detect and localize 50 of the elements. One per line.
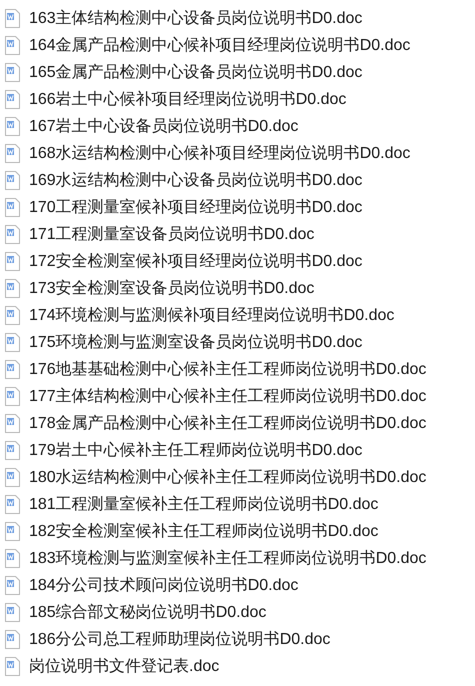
file-name[interactable]: 167岩土中心设备员岗位说明书D0.doc <box>29 118 298 134</box>
file-name[interactable]: 172安全检测室候补项目经理岗位说明书D0.doc <box>29 254 362 270</box>
file-name[interactable]: 181工程测量室候补主任工程师岗位说明书D0.doc <box>29 496 378 512</box>
word-document-icon <box>5 198 20 217</box>
file-name[interactable]: 183环境检测与监测室候补主任工程师岗位说明书D0.doc <box>29 550 426 566</box>
word-document-icon <box>5 90 20 109</box>
file-name[interactable]: 186分公司总工程师助理岗位说明书D0.doc <box>29 632 330 648</box>
word-document-icon <box>5 387 20 406</box>
word-document-icon <box>5 63 20 82</box>
word-document-icon <box>5 468 20 487</box>
file-name[interactable]: 165金属产品检测中心设备员岗位说明书D0.doc <box>29 64 362 80</box>
file-name[interactable]: 163主体结构检测中心设备员岗位说明书D0.doc <box>29 10 362 26</box>
word-document-icon <box>5 171 20 190</box>
file-name[interactable]: 175环境检测与监测室设备员岗位说明书D0.doc <box>29 334 362 350</box>
word-document-icon <box>5 225 20 244</box>
file-name[interactable]: 171工程测量室设备员岗位说明书D0.doc <box>29 226 314 242</box>
word-document-icon <box>5 252 20 271</box>
word-document-icon <box>5 441 20 460</box>
word-document-icon <box>5 333 20 352</box>
file-name[interactable]: 166岩土中心候补项目经理岗位说明书D0.doc <box>29 92 346 108</box>
file-name[interactable]: 岗位说明书文件登记表.doc <box>29 658 220 674</box>
file-name[interactable]: 178金属产品检测中心候补主任工程师岗位说明书D0.doc <box>29 416 426 432</box>
word-document-icon <box>5 360 20 379</box>
word-document-icon <box>5 495 20 514</box>
file-name[interactable]: 184分公司技术顾问岗位说明书D0.doc <box>29 578 298 594</box>
file-name[interactable]: 180水运结构检测中心候补主任工程师岗位说明书D0.doc <box>29 470 426 486</box>
file-name[interactable]: 176地基基础检测中心候补主任工程师岗位说明书D0.doc <box>29 362 426 378</box>
file-name[interactable]: 168水运结构检测中心候补项目经理岗位说明书D0.doc <box>29 146 410 162</box>
file-name[interactable]: 174环境检测与监测候补项目经理岗位说明书D0.doc <box>29 308 394 324</box>
file-name[interactable]: 182安全检测室候补主任工程师岗位说明书D0.doc <box>29 524 378 540</box>
word-document-icon <box>5 414 20 433</box>
word-document-icon <box>5 144 20 163</box>
word-document-icon <box>5 9 20 28</box>
word-document-icon <box>5 576 20 595</box>
word-document-icon <box>5 306 20 325</box>
word-document-icon <box>5 603 20 622</box>
word-document-icon <box>5 522 20 541</box>
word-document-icon <box>5 549 20 568</box>
word-document-icon <box>5 117 20 136</box>
word-document-icon <box>5 657 20 676</box>
file-name[interactable]: 173安全检测室设备员岗位说明书D0.doc <box>29 280 314 296</box>
file-name[interactable]: 169水运结构检测中心设备员岗位说明书D0.doc <box>29 172 362 188</box>
file-name[interactable]: 179岩土中心候补主任工程师岗位说明书D0.doc <box>29 442 362 458</box>
file-name[interactable]: 185综合部文秘岗位说明书D0.doc <box>29 604 266 620</box>
word-document-icon <box>5 36 20 55</box>
file-name[interactable]: 177主体结构检测中心候补主任工程师岗位说明书D0.doc <box>29 388 426 404</box>
file-name[interactable]: 170工程测量室候补项目经理岗位说明书D0.doc <box>29 200 362 216</box>
word-document-icon <box>5 279 20 298</box>
file-name[interactable]: 164金属产品检测中心候补项目经理岗位说明书D0.doc <box>29 38 410 54</box>
word-document-icon <box>5 630 20 649</box>
